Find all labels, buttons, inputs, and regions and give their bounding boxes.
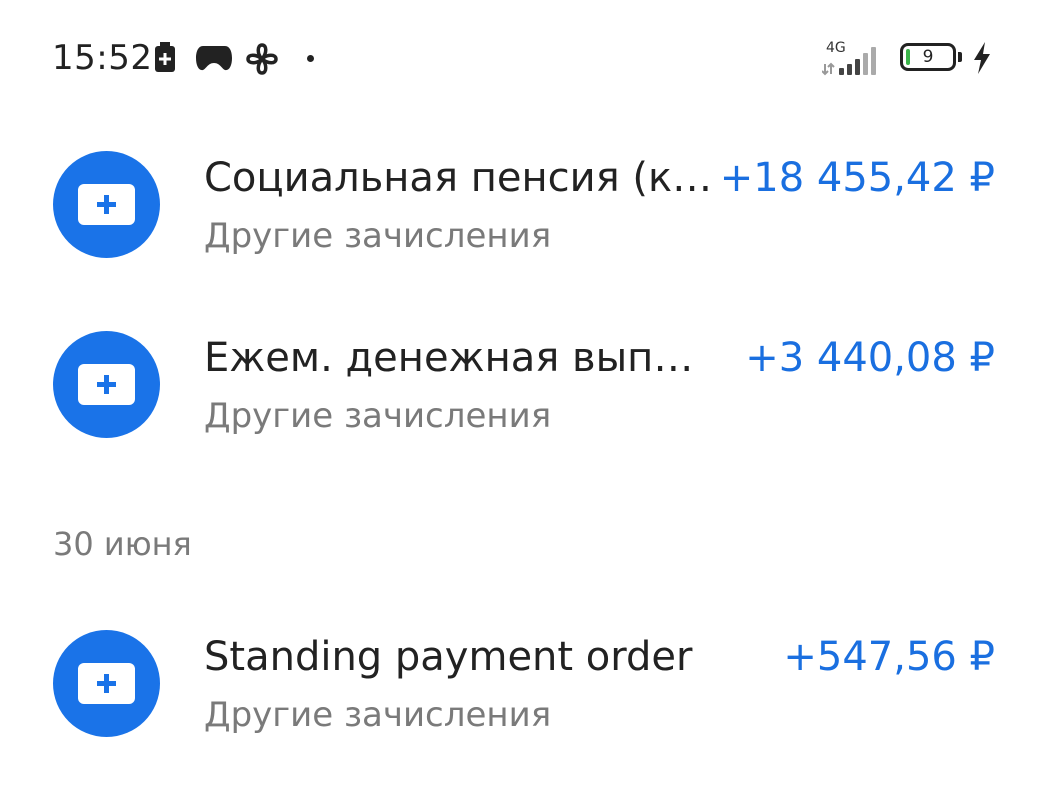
gamepad-icon xyxy=(195,44,233,76)
notification-dot-icon xyxy=(307,55,314,62)
transaction-item[interactable]: Социальная пенсия (к… Другие зачисления … xyxy=(0,151,1047,271)
status-bar: 15:52 4G 9 xyxy=(0,0,1047,110)
transaction-item[interactable]: Ежем. денежная выпл… Другие зачисления +… xyxy=(0,331,1047,451)
date-header: 30 июня xyxy=(53,525,192,563)
battery-saver-icon xyxy=(154,42,176,76)
transaction-amount: +3 440,08 ₽ xyxy=(745,335,995,381)
transaction-amount: +547,56 ₽ xyxy=(783,634,995,680)
transaction-item[interactable]: Standing payment order Другие зачисления… xyxy=(0,630,1047,750)
status-time: 15:52 xyxy=(52,38,153,78)
transaction-category: Другие зачисления xyxy=(204,216,552,256)
cash-plus-icon xyxy=(53,151,160,258)
signal-icon xyxy=(821,44,888,80)
battery-tip xyxy=(958,52,962,62)
transaction-title: Социальная пенсия (к… xyxy=(204,155,713,201)
transaction-category: Другие зачисления xyxy=(204,695,552,735)
transaction-title: Standing payment order xyxy=(204,634,693,680)
cash-plus-icon xyxy=(53,331,160,438)
fan-icon xyxy=(245,42,279,80)
battery-level-label: 9 xyxy=(922,47,934,67)
transaction-amount: +18 455,42 ₽ xyxy=(719,155,995,201)
transaction-title: Ежем. денежная выпл… xyxy=(204,335,714,381)
cash-plus-icon xyxy=(53,630,160,737)
transaction-category: Другие зачисления xyxy=(204,396,552,436)
charging-bolt-icon xyxy=(972,42,992,78)
transactions-screen: 15:52 4G 9 Социальная пенсия (к… Другие … xyxy=(0,0,1047,800)
